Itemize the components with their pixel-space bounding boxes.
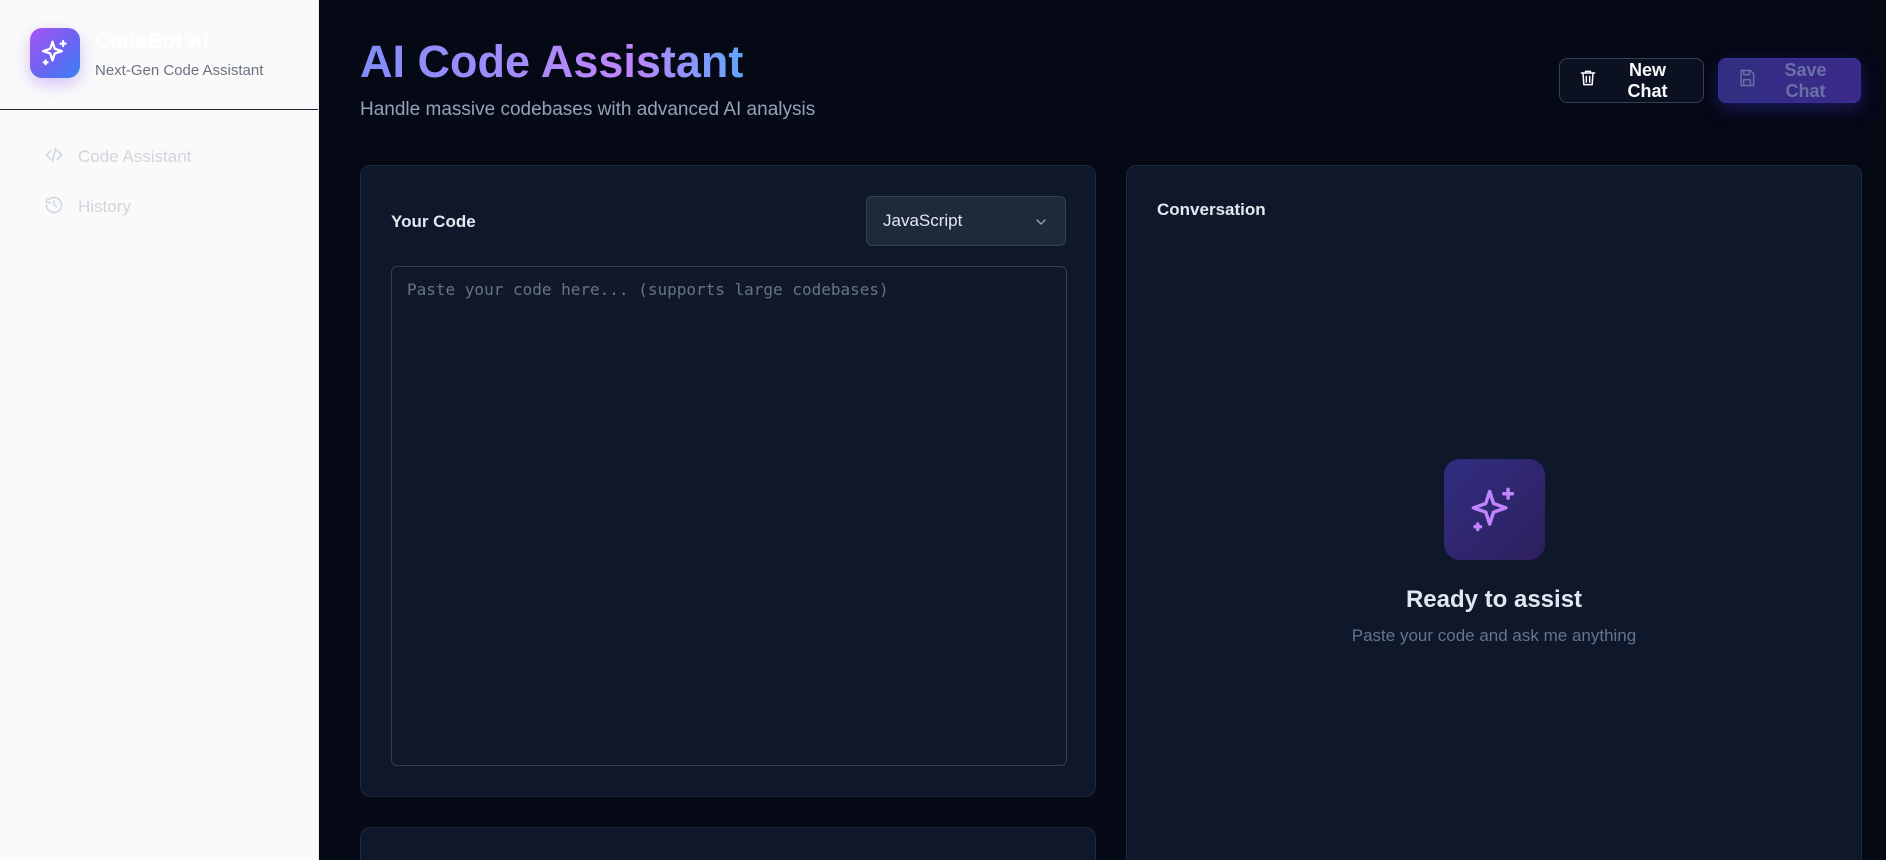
page-title: AI Code Assistant [360, 34, 743, 90]
save-chat-label: Save Chat [1784, 59, 1827, 101]
history-icon [44, 195, 64, 220]
language-select[interactable]: JavaScript [866, 196, 1066, 246]
new-chat-button[interactable]: New Chat [1559, 58, 1704, 103]
secondary-panel [360, 827, 1096, 860]
brand-subtitle: Next-Gen Code Assistant [95, 62, 264, 79]
new-chat-label: New Chat [1627, 59, 1668, 101]
code-panel-label: Your Code [391, 212, 476, 231]
conversation-label: Conversation [1157, 200, 1266, 219]
sparkles-icon [30, 28, 80, 78]
language-select-value: JavaScript [883, 211, 963, 230]
conversation-panel: Conversation Ready to assist Paste your … [1126, 165, 1862, 860]
empty-state: Ready to assist Paste your code and ask … [1127, 459, 1861, 646]
brand-name: CodeBot AI [95, 30, 209, 53]
save-icon [1737, 68, 1757, 93]
empty-state-title: Ready to assist [1405, 586, 1583, 613]
empty-state-subtitle: Paste your code and ask me anything [1351, 626, 1637, 645]
code-panel: Your Code JavaScript [360, 165, 1096, 797]
page-subtitle: Handle massive codebases with advanced A… [360, 99, 816, 120]
sidebar-item-code-assistant[interactable]: Code Assistant [44, 142, 191, 172]
code-icon [44, 145, 64, 170]
trash-icon [1578, 68, 1598, 93]
save-chat-button[interactable]: Save Chat [1718, 58, 1861, 103]
sidebar: CodeBot AI Next-Gen Code Assistant Code … [0, 0, 319, 860]
brand-header: CodeBot AI Next-Gen Code Assistant [0, 0, 318, 110]
sidebar-item-label: Code Assistant [78, 147, 192, 166]
sidebar-item-history[interactable]: History [44, 192, 131, 222]
sparkles-icon [1443, 459, 1545, 560]
chevron-down-icon [1033, 214, 1049, 235]
code-input[interactable] [391, 266, 1067, 766]
sidebar-item-label: History [78, 197, 131, 216]
